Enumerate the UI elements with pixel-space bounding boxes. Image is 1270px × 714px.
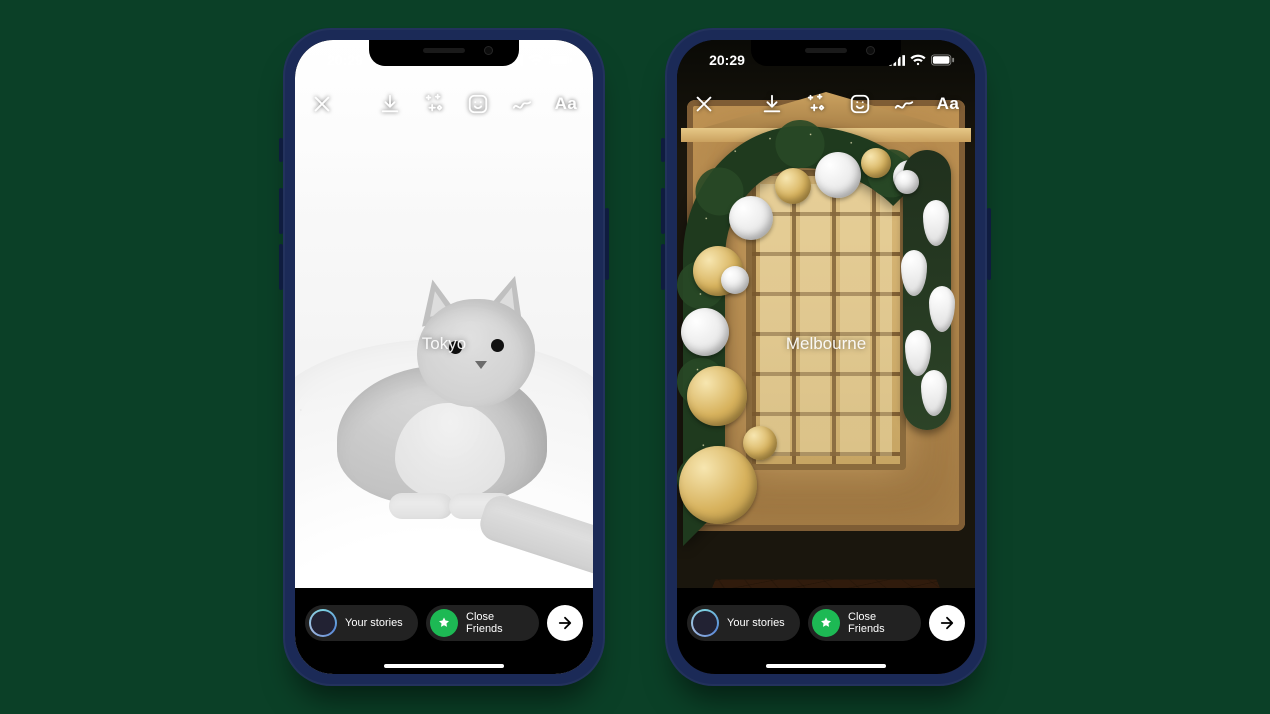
download-icon[interactable] (377, 91, 403, 117)
phone-mockup: 20:29 (665, 28, 987, 686)
silence-switch (661, 138, 665, 162)
effects-icon[interactable] (421, 91, 447, 117)
volume-up-button (661, 188, 665, 234)
battery-icon (931, 54, 955, 66)
avatar-icon (309, 609, 337, 637)
close-friends-label: Close Friends (848, 611, 909, 635)
wifi-icon (910, 54, 926, 66)
download-icon[interactable] (759, 91, 785, 117)
home-indicator[interactable] (384, 664, 504, 668)
phone-screen: 20:29 (677, 40, 975, 674)
silence-switch (279, 138, 283, 162)
your-stories-label: Your stories (345, 617, 403, 629)
story-toolbar: Aa (677, 84, 975, 124)
filter-name-label: Tokyo (422, 334, 466, 354)
send-button[interactable] (547, 605, 583, 641)
story-photo (295, 40, 593, 674)
close-friends-button[interactable]: Close Friends (808, 605, 921, 641)
wifi-icon (528, 54, 544, 66)
close-icon[interactable] (691, 91, 717, 117)
sticker-icon[interactable] (847, 91, 873, 117)
share-bar: Your stories Close Friends (295, 588, 593, 674)
share-bar: Your stories Close Friends (677, 588, 975, 674)
draw-icon[interactable] (891, 91, 917, 117)
close-icon[interactable] (309, 91, 335, 117)
volume-down-button (661, 244, 665, 290)
status-time: 20:29 (315, 52, 375, 68)
story-photo (677, 40, 975, 674)
filter-name-label: Melbourne (786, 334, 866, 354)
story-canvas[interactable]: Melbourne Aa (677, 40, 975, 674)
avatar-icon (691, 609, 719, 637)
close-friends-button[interactable]: Close Friends (426, 605, 539, 641)
close-friends-icon (430, 609, 458, 637)
power-button (605, 208, 609, 280)
draw-icon[interactable] (509, 91, 535, 117)
status-time: 20:29 (697, 52, 757, 68)
story-canvas[interactable]: Tokyo Aa (295, 40, 593, 674)
your-stories-button[interactable]: Your stories (305, 605, 418, 641)
home-indicator[interactable] (766, 664, 886, 668)
your-stories-button[interactable]: Your stories (687, 605, 800, 641)
text-tool-button[interactable]: Aa (553, 91, 579, 117)
text-tool-button[interactable]: Aa (935, 91, 961, 117)
close-friends-label: Close Friends (466, 611, 527, 635)
phone-mockup: 20:29 (283, 28, 605, 686)
volume-up-button (279, 188, 283, 234)
effects-icon[interactable] (803, 91, 829, 117)
power-button (987, 208, 991, 280)
story-toolbar: Aa (295, 84, 593, 124)
close-friends-icon (812, 609, 840, 637)
phone-screen: 20:29 (295, 40, 593, 674)
device-notch (369, 40, 519, 66)
send-button[interactable] (929, 605, 965, 641)
volume-down-button (279, 244, 283, 290)
device-notch (751, 40, 901, 66)
your-stories-label: Your stories (727, 617, 785, 629)
sticker-icon[interactable] (465, 91, 491, 117)
battery-icon (549, 54, 573, 66)
